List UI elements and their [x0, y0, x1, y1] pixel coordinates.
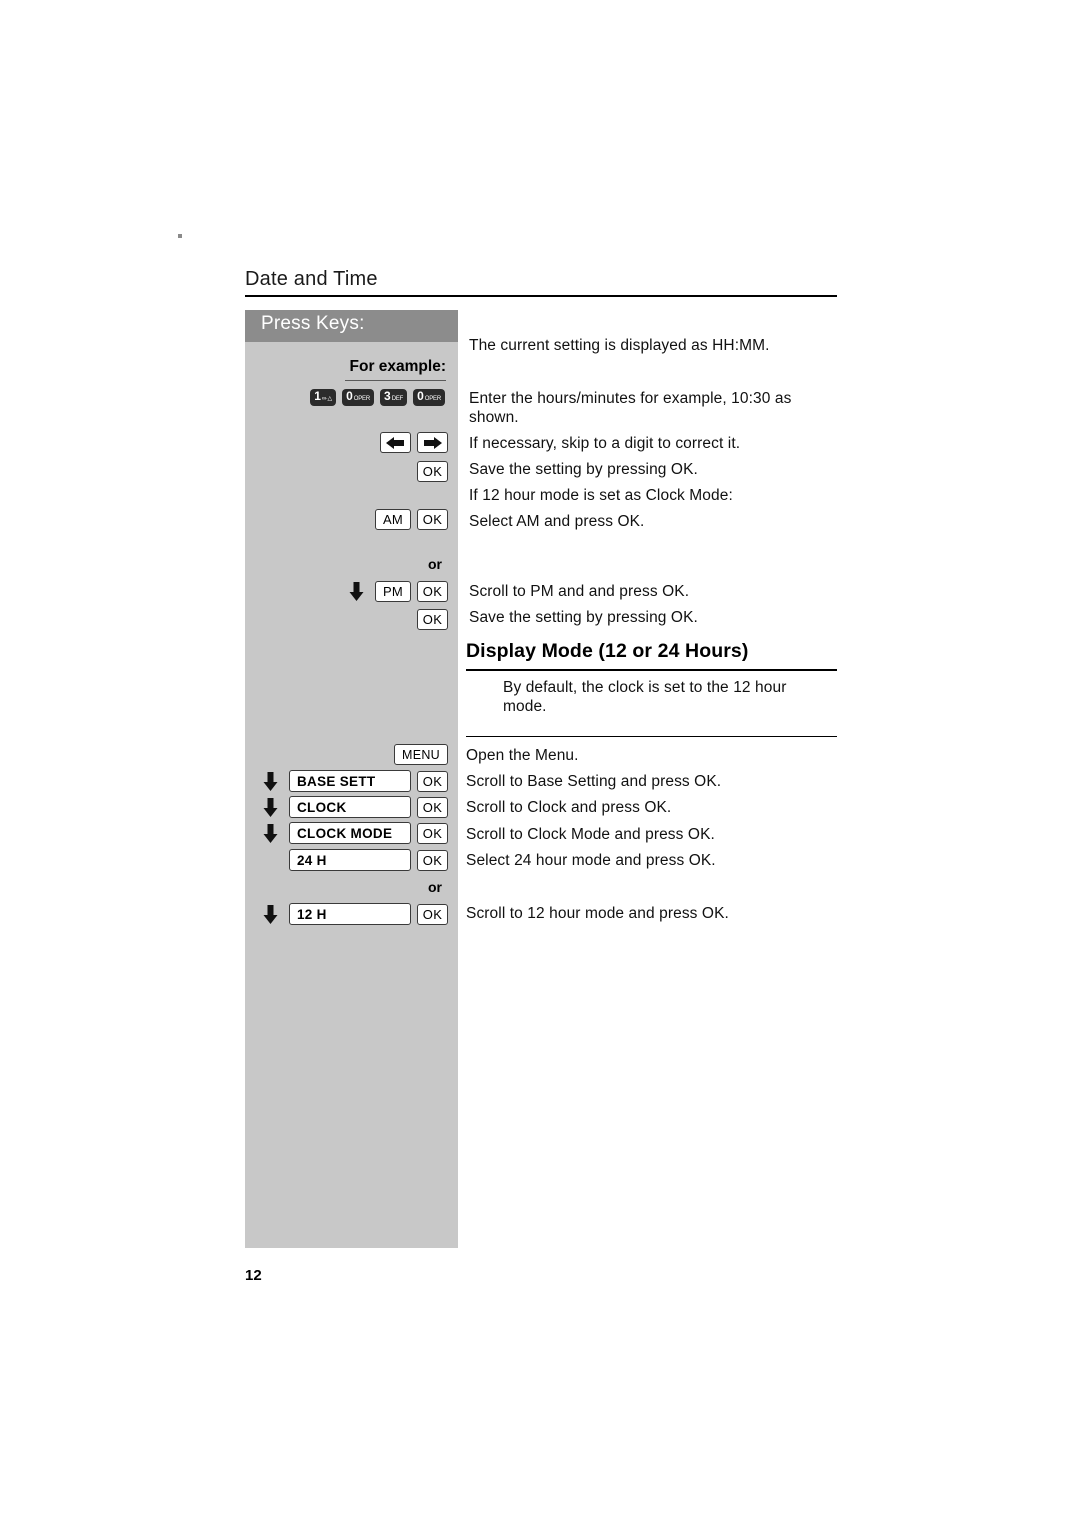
instruction-enter-hours-line2: shown.: [469, 409, 519, 426]
ok-button-2[interactable]: OK: [417, 509, 448, 530]
scroll-down-icon-4[interactable]: [257, 822, 283, 844]
instruction-12h-mode: If 12 hour mode is set as Clock Mode:: [469, 487, 733, 504]
section-heading-divider: [466, 669, 837, 671]
menu-item-row-clock-mode: CLOCK MODE OK: [245, 822, 448, 844]
ok-key-row-1: OK: [245, 461, 448, 482]
scroll-down-icon-3[interactable]: [257, 796, 283, 818]
arrow-right-icon[interactable]: [417, 432, 448, 453]
or-label-2: or: [428, 879, 442, 895]
section-heading-display-mode: Display Mode (12 or 24 Hours): [466, 640, 749, 662]
display-mode-body-line1: By default, the clock is set to the 12 h…: [503, 679, 787, 696]
scroll-down-icon-1[interactable]: [343, 580, 369, 602]
press-keys-title: Press Keys:: [261, 313, 365, 334]
instruction-scroll-clock-mode: Scroll to Clock Mode and press OK.: [466, 826, 715, 843]
menu-item-row-24h: 24 H OK: [245, 849, 448, 871]
pm-button[interactable]: PM: [375, 580, 411, 602]
for-example-underline: [345, 380, 446, 381]
page-title: Date and Time: [245, 268, 378, 290]
display-mode-body-line2: mode.: [503, 698, 547, 715]
instruction-scroll-base: Scroll to Base Setting and press OK.: [466, 773, 722, 790]
pm-ok-key-row: PM OK: [245, 580, 448, 602]
scroll-down-icon-5[interactable]: [257, 903, 283, 925]
ok-button-1[interactable]: OK: [417, 461, 448, 482]
instruction-skip-digit: If necessary, skip to a digit to correct…: [469, 435, 741, 452]
ok-button-clock[interactable]: OK: [417, 796, 448, 818]
instruction-save-ok-1: Save the setting by pressing OK.: [469, 461, 698, 478]
menu-button[interactable]: MENU: [394, 744, 448, 765]
for-example-label: For example:: [349, 358, 446, 375]
menu-item-12h[interactable]: 12 H: [289, 903, 411, 925]
numeric-key-0-b[interactable]: 0 OPER: [413, 389, 445, 406]
menu-item-clock-mode[interactable]: CLOCK MODE: [289, 822, 411, 844]
arrow-key-row: [245, 432, 448, 453]
am-ok-key-row: AM OK: [245, 509, 448, 530]
arrow-left-icon[interactable]: [380, 432, 411, 453]
instruction-scroll-clock: Scroll to Clock and press OK.: [466, 799, 672, 816]
numeric-key-row: 1 ∞∙△ 0 OPER 3 DEF 0 OPER: [245, 389, 445, 406]
numeric-key-1[interactable]: 1 ∞∙△: [310, 389, 337, 406]
menu-item-row-clock: CLOCK OK: [245, 796, 448, 818]
instruction-scroll-12h: Scroll to 12 hour mode and press OK.: [466, 905, 729, 922]
ok-key-row-2: OK: [245, 609, 448, 630]
header-divider: [245, 295, 837, 297]
numeric-key-3[interactable]: 3 DEF: [380, 389, 408, 406]
ok-button-base-sett[interactable]: OK: [417, 770, 448, 792]
menu-item-row-base-sett: BASE SETT OK: [245, 770, 448, 792]
ok-button-12h[interactable]: OK: [417, 903, 448, 925]
menu-key-row: MENU: [245, 744, 448, 765]
am-button[interactable]: AM: [375, 509, 411, 530]
instruction-enter-hours-line1: Enter the hours/minutes for example, 10:…: [469, 390, 792, 407]
ok-button-4[interactable]: OK: [417, 609, 448, 630]
numeric-key-0-a[interactable]: 0 OPER: [342, 389, 374, 406]
ok-button-24h[interactable]: OK: [417, 849, 448, 871]
section-body-divider: [466, 736, 837, 737]
instruction-save-ok-2: Save the setting by pressing OK.: [469, 609, 698, 626]
ok-button-clock-mode[interactable]: OK: [417, 822, 448, 844]
instruction-scroll-pm: Scroll to PM and and press OK.: [469, 583, 690, 600]
corner-tick-mark: [178, 234, 182, 238]
menu-item-24h[interactable]: 24 H: [289, 849, 411, 871]
menu-item-clock[interactable]: CLOCK: [289, 796, 411, 818]
instruction-select-am: Select AM and press OK.: [469, 513, 645, 530]
instruction-open-menu: Open the Menu.: [466, 747, 579, 764]
menu-item-row-12h: 12 H OK: [245, 903, 448, 925]
instruction-select-24h: Select 24 hour mode and press OK.: [466, 852, 716, 869]
instruction-current-setting: The current setting is displayed as HH:M…: [469, 337, 770, 354]
document-page: Date and Time Press Keys: For example: 1…: [0, 0, 1080, 1528]
menu-item-base-sett[interactable]: BASE SETT: [289, 770, 411, 792]
or-label-1: or: [428, 556, 442, 572]
ok-button-3[interactable]: OK: [417, 580, 448, 602]
scroll-down-icon-2[interactable]: [257, 770, 283, 792]
page-number: 12: [245, 1267, 262, 1284]
